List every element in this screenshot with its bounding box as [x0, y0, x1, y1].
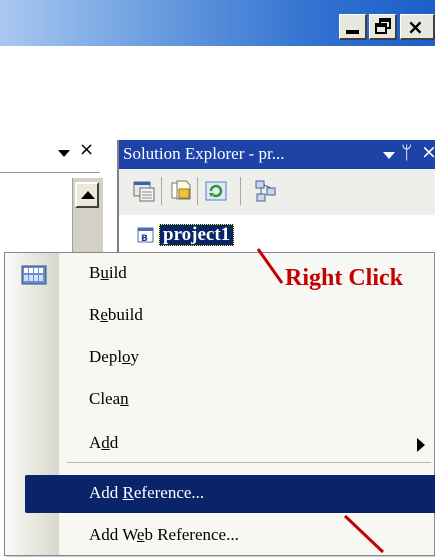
- menu-item-clean[interactable]: Clean: [5, 381, 434, 421]
- left-panel-scrollbar[interactable]: [72, 178, 103, 258]
- menu-item-label: Add: [89, 433, 119, 452]
- project-label[interactable]: project1: [159, 224, 235, 246]
- pin-icon[interactable]: ᛘ: [401, 142, 412, 164]
- scroll-up-button[interactable]: [75, 182, 99, 208]
- left-panel-divider: [0, 172, 100, 173]
- close-icon[interactable]: ×: [421, 141, 435, 163]
- toolbar-separator: [197, 177, 198, 205]
- solution-explorer-toolbar: [119, 169, 435, 215]
- menu-item-label: Build: [89, 263, 127, 282]
- minimize-button[interactable]: [339, 14, 367, 40]
- menu-item-add[interactable]: Add: [5, 425, 434, 465]
- menu-item-add-reference[interactable]: Add Reference...: [25, 475, 435, 513]
- toolbar-separator: [161, 177, 162, 205]
- menu-item-rebuild[interactable]: Rebuild: [5, 297, 434, 337]
- menu-item-deploy[interactable]: Deploy: [5, 339, 434, 379]
- scroll-up-arrow-icon: [81, 191, 95, 199]
- toolbar-separator: [240, 177, 241, 205]
- menu-item-label: Add Web Reference...: [89, 525, 239, 544]
- class-diagram-icon[interactable]: [253, 178, 279, 204]
- menu-item-label: Rebuild: [89, 305, 143, 324]
- left-panel-header: ×: [52, 139, 102, 165]
- refresh-icon[interactable]: [203, 178, 229, 204]
- show-all-files-icon[interactable]: [169, 178, 195, 204]
- menu-item-label: Clean: [89, 389, 129, 408]
- menu-item-label: Deploy: [89, 347, 140, 366]
- chevron-down-icon[interactable]: [383, 152, 395, 159]
- menu-item-add-web-reference[interactable]: Add Web Reference...: [5, 517, 434, 557]
- minimize-icon: [346, 30, 359, 34]
- restore-icon: [375, 18, 391, 34]
- submenu-arrow-icon: [417, 438, 425, 452]
- properties-icon[interactable]: [131, 178, 157, 204]
- solution-explorer-panel: Solution Explorer - pr... ᛘ × B project1: [117, 140, 435, 260]
- chevron-down-icon[interactable]: [58, 150, 70, 157]
- window-close-button[interactable]: ×: [400, 14, 435, 40]
- right-click-annotation: Right Click: [285, 265, 404, 291]
- menu-item-label: Add Reference...: [89, 483, 205, 502]
- svg-text:B: B: [141, 234, 148, 244]
- close-icon: ×: [407, 15, 424, 39]
- build-icon: [21, 265, 47, 285]
- left-panel-close-icon[interactable]: ×: [79, 139, 94, 160]
- solution-explorer-title: Solution Explorer - pr...: [123, 144, 285, 163]
- solution-explorer-titlebar: Solution Explorer - pr... ᛘ ×: [119, 140, 435, 169]
- restore-button[interactable]: [369, 14, 397, 40]
- context-menu: Build Rebuild Deploy Clean Add Add Refer…: [4, 252, 435, 556]
- vb-project-icon: B: [137, 227, 154, 244]
